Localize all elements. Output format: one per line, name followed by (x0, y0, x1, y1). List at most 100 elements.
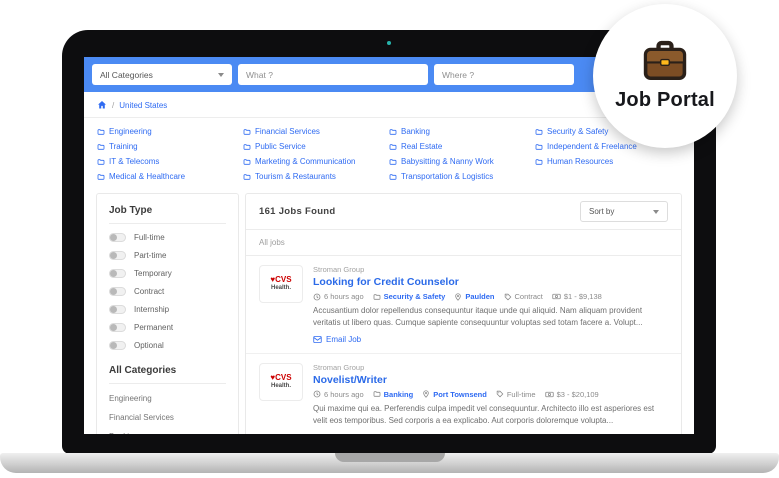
job-location-link[interactable]: Port Townsend (433, 390, 487, 399)
folder-icon (535, 128, 543, 136)
category-link[interactable]: Training (97, 142, 243, 151)
folder-icon (373, 293, 381, 301)
job-salary-label: $3 - $20,109 (556, 389, 599, 399)
company-logo-text: ♥CVS (270, 373, 292, 383)
category-link-label: Real Estate (401, 142, 443, 151)
location-pin-icon (422, 390, 430, 399)
category-link-label: Medical & Healthcare (109, 172, 186, 181)
category-link-label: Babysitting & Nanny Work (401, 157, 494, 166)
company-logo: ♥CVS Health. (259, 362, 303, 401)
folder-icon (389, 128, 397, 136)
job-category: Banking (373, 390, 414, 399)
money-icon (544, 390, 554, 399)
toggle-switch[interactable] (109, 251, 126, 260)
category-link[interactable]: Banking (389, 127, 535, 136)
job-location-link[interactable]: Paulden (465, 292, 494, 301)
job-type: Full-time (496, 390, 536, 399)
breadcrumb-separator: / (112, 100, 115, 110)
job-listing: ♥CVS Health. Stroman Group Looking for C… (246, 256, 681, 354)
folder-icon (389, 158, 397, 166)
toggle-switch[interactable] (109, 269, 126, 278)
results-header: 161 Jobs Found Sort by (246, 194, 681, 230)
breadcrumb-location[interactable]: United States (119, 101, 167, 110)
category-link[interactable]: Financial Services (243, 127, 389, 136)
category-link-label: Marketing & Communication (255, 157, 356, 166)
briefcase-icon (642, 40, 688, 82)
toggle-switch[interactable] (109, 287, 126, 296)
toggle-switch[interactable] (109, 233, 126, 242)
location-pin-icon (454, 292, 462, 301)
folder-icon (389, 173, 397, 181)
job-type-label: Internship (134, 305, 170, 314)
clock-icon (313, 293, 321, 301)
job-title-link[interactable]: Looking for Credit Counselor (313, 276, 668, 288)
job-category-link[interactable]: Security & Safety (384, 292, 446, 301)
sidebar-category-item[interactable]: Financial Services (109, 413, 226, 422)
job-title-link[interactable]: Novelist/Writer (313, 374, 668, 386)
job-location: Paulden (454, 292, 495, 301)
email-job-link[interactable]: Email Job (313, 433, 668, 434)
job-type-label: Permanent (134, 323, 174, 332)
category-link[interactable]: Tourism & Restaurants (243, 172, 389, 181)
category-links-grid: Engineering Training IT & Telecoms Medic… (84, 118, 694, 191)
toggle-switch[interactable] (109, 305, 126, 314)
job-type-toggle-row: Optional (109, 341, 226, 350)
job-category-link[interactable]: Banking (384, 390, 414, 399)
job-type-label: Part-time (134, 251, 167, 260)
sort-by-select[interactable]: Sort by (580, 201, 668, 222)
job-portal-badge: Job Portal (593, 4, 737, 148)
sidebar-category-label: Banking (109, 432, 138, 434)
chevron-down-icon (653, 209, 659, 214)
job-location: Port Townsend (422, 390, 487, 399)
category-link[interactable]: Real Estate (389, 142, 535, 151)
money-icon (552, 292, 561, 301)
category-link[interactable]: Engineering (97, 127, 243, 136)
email-job-label: Email Job (326, 433, 361, 434)
sidebar-category-item[interactable]: Banking (109, 432, 226, 434)
all-categories-title: All Categories (109, 365, 226, 384)
folder-icon (97, 173, 105, 181)
tab-all-jobs[interactable]: All jobs (259, 238, 285, 247)
category-link-label: Tourism & Restaurants (255, 172, 336, 181)
job-posted-label: 6 hours ago (324, 389, 364, 399)
job-type-toggle-row: Internship (109, 305, 226, 314)
email-job-link[interactable]: Email Job (313, 335, 668, 344)
job-details: Stroman Group Novelist/Writer 6 hours ag… (313, 363, 668, 434)
webcam-dot (387, 41, 391, 45)
toggle-knob (110, 324, 117, 331)
category-link[interactable]: Marketing & Communication (243, 157, 389, 166)
what-input[interactable] (238, 64, 428, 85)
category-link[interactable]: Babysitting & Nanny Work (389, 157, 535, 166)
category-select[interactable]: All Categories (92, 64, 232, 85)
job-type-label: Contract (514, 292, 543, 301)
category-link-label: Security & Safety (547, 127, 609, 136)
job-type-label: Contract (134, 287, 165, 296)
home-icon[interactable] (97, 100, 107, 110)
folder-icon (535, 158, 543, 166)
clock-icon (313, 390, 321, 398)
category-link-label: IT & Telecoms (109, 157, 160, 166)
toggle-switch[interactable] (109, 323, 126, 332)
category-link[interactable]: IT & Telecoms (97, 157, 243, 166)
toggle-switch[interactable] (109, 341, 126, 350)
job-posted: 6 hours ago (313, 292, 364, 301)
job-description: Qui maxime qui ea. Perferendis culpa imp… (313, 403, 655, 426)
content-row: Job Type Full-time Part-time Temporary C… (84, 191, 694, 434)
sidebar-category-item[interactable]: Engineering (109, 394, 226, 403)
results-tabs: All jobs (246, 230, 681, 256)
browser-screen: All Categories / United States Engineeri… (84, 57, 694, 434)
category-link[interactable]: Public Service (243, 142, 389, 151)
where-input[interactable] (434, 64, 574, 85)
folder-icon (97, 158, 105, 166)
tag-icon (496, 390, 504, 398)
envelope-icon (313, 335, 322, 344)
category-link[interactable]: Medical & Healthcare (97, 172, 243, 181)
toggle-knob (110, 234, 117, 241)
folder-icon (243, 143, 251, 151)
job-type-toggle-row: Contract (109, 287, 226, 296)
category-link[interactable]: Transportation & Logistics (389, 172, 535, 181)
category-link[interactable]: Human Resources (535, 157, 681, 166)
category-link-label: Transportation & Logistics (401, 172, 494, 181)
tag-icon (504, 293, 512, 301)
job-salary: $1 - $9,138 (552, 292, 602, 301)
